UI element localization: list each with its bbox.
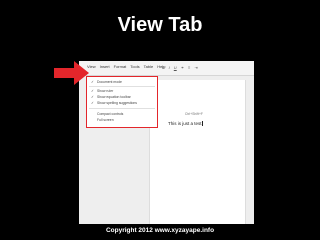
menu-item-full-screen[interactable]: Full screen [91, 118, 114, 122]
bold-icon[interactable]: B [162, 65, 165, 70]
text-cursor [201, 121, 203, 127]
docs-screenshot: View Insert Format Tools Table Help B I … [79, 61, 254, 224]
document-page[interactable]: This is just a test [149, 80, 246, 224]
menu-item-show-spelling-suggestions[interactable]: ✓ Show spelling suggestions [91, 101, 137, 105]
menu-table[interactable]: Table [144, 64, 154, 69]
shortcut-label: Ctrl+Shift+F [184, 112, 203, 116]
check-icon: ✓ [91, 89, 94, 93]
italic-icon[interactable]: I [169, 65, 170, 70]
menu-item-document-mode[interactable]: ✓ Document mode [91, 80, 122, 84]
check-icon: ✓ [91, 80, 94, 84]
toolbar: B I U ⚭ ≡ ⇥ [162, 65, 198, 70]
underline-icon[interactable]: U [174, 65, 177, 70]
pointer-arrow-icon [54, 61, 89, 85]
menu-insert[interactable]: Insert [100, 64, 110, 69]
menu-divider [89, 86, 155, 87]
menu-divider [89, 108, 155, 109]
view-menu-dropdown: ✓ Document mode ✓ Show ruler ✓ Show equa… [86, 76, 203, 128]
menu-item-show-equation-toolbar[interactable]: ✓ Show equation toolbar [91, 95, 131, 99]
menu-format[interactable]: Format [114, 64, 127, 69]
link-icon[interactable]: ⚭ [181, 65, 184, 70]
check-icon: ✓ [91, 95, 94, 99]
list-icon[interactable]: ≡ [188, 65, 190, 70]
check-icon: ✓ [91, 101, 94, 105]
menu-item-compact-controls[interactable]: Compact controls Ctrl+Shift+F [91, 112, 203, 116]
menu-item-show-ruler[interactable]: ✓ Show ruler [91, 89, 113, 93]
slide-title: View Tab [117, 14, 203, 36]
menu-tools[interactable]: Tools [130, 64, 139, 69]
document-text[interactable]: This is just a test [168, 121, 203, 127]
menu-bar: View Insert Format Tools Table Help B I … [79, 61, 254, 76]
indent-icon[interactable]: ⇥ [194, 65, 197, 70]
copyright-footer: Copyright 2012 www.xyzayape.info [105, 227, 215, 234]
